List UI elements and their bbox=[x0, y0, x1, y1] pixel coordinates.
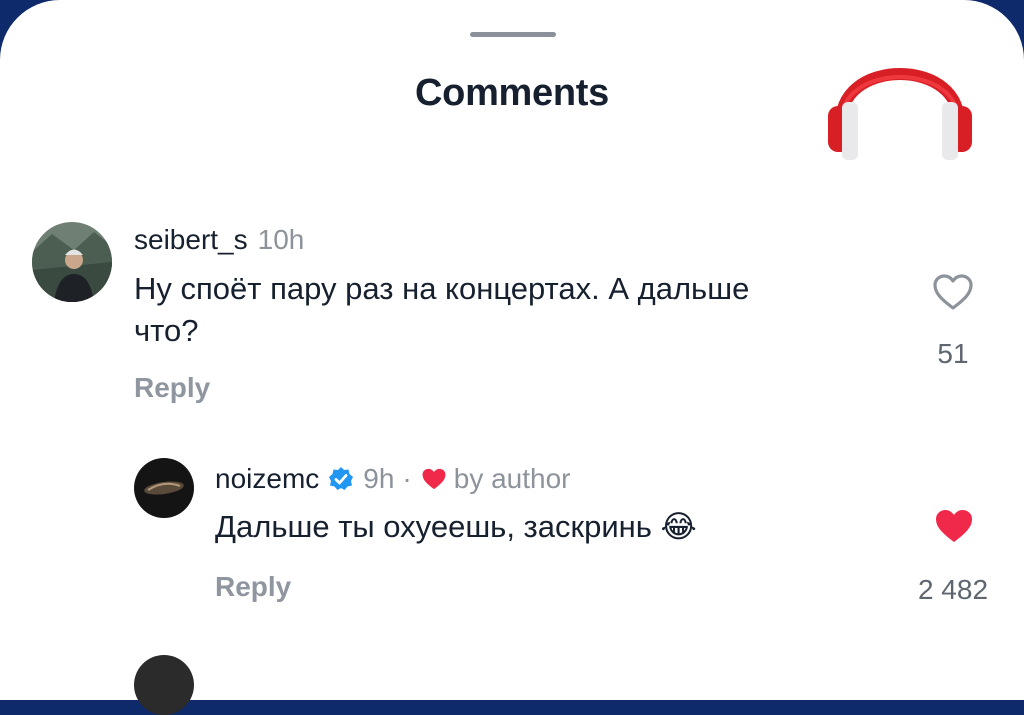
reply-button[interactable]: Reply bbox=[215, 571, 291, 603]
avatar[interactable] bbox=[134, 458, 194, 518]
comment-header: seibert_s 10h bbox=[134, 224, 304, 256]
verified-badge-icon bbox=[329, 467, 354, 490]
grab-handle[interactable] bbox=[470, 32, 556, 37]
separator: · bbox=[402, 463, 412, 494]
comments-sheet: Comments seibert_s 10h Ну споёт пару раз… bbox=[0, 0, 1024, 715]
avatar[interactable] bbox=[134, 655, 194, 715]
like-count: 2 482 bbox=[917, 574, 989, 605]
heart-filled-icon bbox=[422, 468, 446, 490]
timestamp: 10h bbox=[257, 224, 305, 255]
comment-text: Дальше ты охуеешь, заскринь 😂 bbox=[215, 506, 895, 548]
username[interactable]: seibert_s bbox=[134, 224, 248, 256]
reply-button[interactable]: Reply bbox=[134, 372, 210, 404]
comment-header: noizemc 9h · by author bbox=[215, 463, 571, 495]
username[interactable]: noizemc bbox=[215, 463, 319, 495]
comment-text: Ну споёт пару раз на концертах. А дальше… bbox=[134, 268, 894, 352]
comment-line: что? bbox=[134, 313, 199, 348]
heart-outline-icon[interactable] bbox=[931, 272, 975, 312]
timestamp: 9h bbox=[363, 463, 395, 494]
like-count: 51 bbox=[937, 338, 969, 369]
liked-by-author-label: by author bbox=[453, 463, 571, 494]
headphones-icon bbox=[828, 68, 972, 160]
comment-line: Дальше ты охуеешь, заскринь 😂 bbox=[215, 509, 697, 544]
avatar[interactable] bbox=[32, 222, 112, 302]
comment-line: Ну споёт пару раз на концертах. А дальше bbox=[134, 271, 750, 306]
heart-filled-icon[interactable] bbox=[932, 506, 976, 546]
